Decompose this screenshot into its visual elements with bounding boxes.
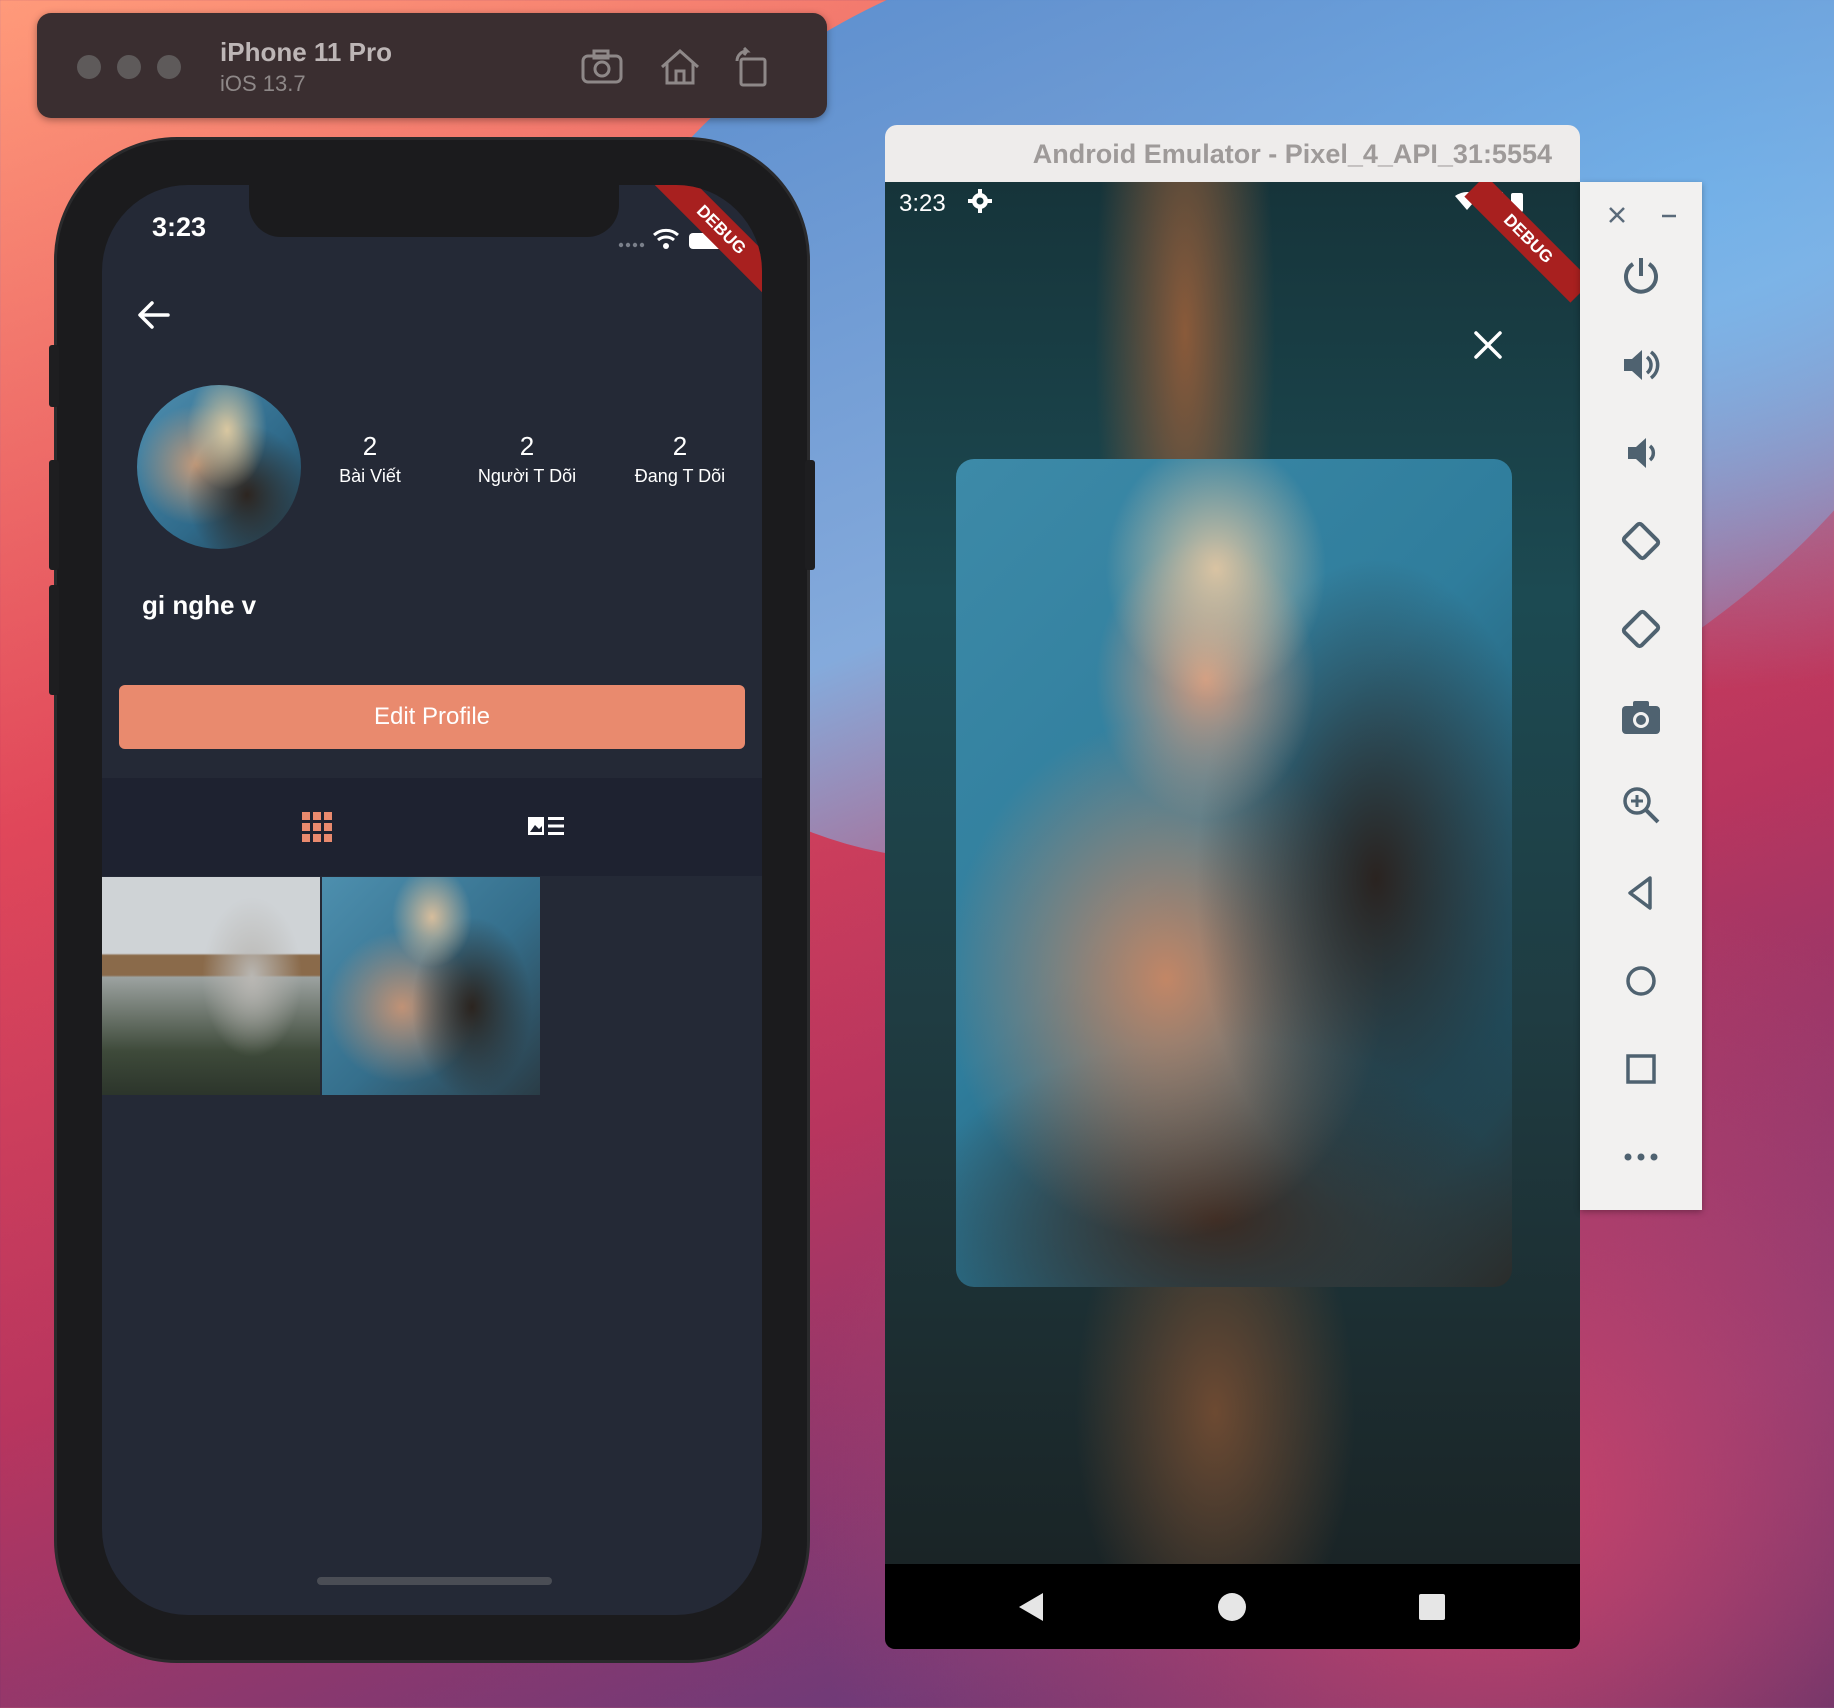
os-version: iOS 13.7 bbox=[220, 71, 306, 96]
mute-switch bbox=[49, 345, 59, 407]
zoom-icon[interactable] bbox=[1618, 782, 1664, 828]
status-time: 3:23 bbox=[152, 212, 207, 242]
nav-home-icon[interactable] bbox=[1215, 1590, 1249, 1624]
volume-down-icon[interactable] bbox=[1618, 430, 1664, 476]
device-name: iPhone 11 Pro bbox=[220, 37, 392, 67]
iphone-device-frame: 3:23 DEBUG 2 Bài Viết 2 Người T Dõi 2 Đa… bbox=[49, 140, 815, 1660]
home-circle-icon[interactable] bbox=[1618, 958, 1664, 1004]
gear-icon bbox=[968, 189, 992, 213]
rotate-right-icon[interactable] bbox=[1618, 606, 1664, 652]
emulator-control-panel bbox=[1580, 182, 1702, 1210]
android-navigation-bar bbox=[885, 1564, 1580, 1649]
stat-posts[interactable]: 2 Bài Viết bbox=[320, 431, 420, 487]
back-arrow-icon[interactable] bbox=[134, 295, 174, 335]
ios-simulator-toolbar: iPhone 11 Pro iOS 13.7 bbox=[37, 13, 827, 118]
minimize-window-button[interactable] bbox=[117, 55, 141, 79]
android-window-title: Android Emulator - Pixel_4_API_31:5554 bbox=[1032, 139, 1552, 169]
android-status-time: 3:23 bbox=[899, 190, 946, 217]
stat-followers-count: 2 bbox=[519, 431, 535, 461]
profile-tab-bar bbox=[102, 778, 762, 876]
android-app-screen: 3:23 DEBUG bbox=[885, 182, 1580, 1564]
screenshot-icon[interactable] bbox=[579, 47, 625, 87]
zoom-window-button[interactable] bbox=[157, 55, 181, 79]
stat-following-count: 2 bbox=[672, 431, 688, 461]
signal-icon bbox=[618, 242, 645, 248]
close-icon[interactable] bbox=[1470, 327, 1506, 363]
rotate-left-icon[interactable] bbox=[1618, 518, 1664, 564]
volume-up-button bbox=[49, 460, 59, 570]
home-icon[interactable] bbox=[657, 47, 703, 87]
profile-username: gi nghe v bbox=[142, 590, 257, 620]
more-icon[interactable] bbox=[1618, 1134, 1664, 1180]
power-button bbox=[805, 460, 815, 570]
list-icon[interactable] bbox=[527, 814, 565, 840]
notch bbox=[249, 185, 619, 237]
nav-back-icon[interactable] bbox=[1015, 1590, 1049, 1624]
profile-avatar[interactable] bbox=[137, 385, 301, 549]
post-thumbnail[interactable] bbox=[322, 877, 540, 1095]
overview-icon[interactable] bbox=[1618, 1046, 1664, 1092]
power-icon[interactable] bbox=[1618, 254, 1664, 300]
android-emulator-titlebar: Android Emulator - Pixel_4_API_31:5554 bbox=[885, 125, 1580, 183]
story-photo-preview bbox=[956, 459, 1512, 1287]
volume-down-button bbox=[49, 585, 59, 695]
edit-profile-button[interactable]: Edit Profile bbox=[119, 685, 745, 749]
stat-posts-label: Bài Viết bbox=[339, 466, 401, 486]
close-emulator-icon[interactable] bbox=[1606, 204, 1628, 226]
volume-up-icon[interactable] bbox=[1618, 342, 1664, 388]
post-thumbnail[interactable] bbox=[102, 877, 320, 1095]
stat-followers-label: Người T Dõi bbox=[477, 466, 577, 486]
stat-following-label: Đang T Dõi bbox=[634, 466, 726, 486]
stat-followers[interactable]: 2 Người T Dõi bbox=[457, 431, 597, 487]
close-window-button[interactable] bbox=[77, 55, 101, 79]
back-icon[interactable] bbox=[1618, 870, 1664, 916]
ios-app-screen: 3:23 DEBUG 2 Bài Viết 2 Người T Dõi 2 Đa… bbox=[102, 185, 762, 1615]
stat-posts-count: 2 bbox=[362, 431, 378, 461]
rotate-icon[interactable] bbox=[729, 47, 775, 87]
nav-overview-icon[interactable] bbox=[1415, 1590, 1449, 1624]
camera-icon[interactable] bbox=[1618, 694, 1664, 740]
stat-following[interactable]: 2 Đang T Dõi bbox=[620, 431, 740, 487]
minimize-emulator-icon[interactable] bbox=[1658, 204, 1680, 226]
wifi-icon bbox=[653, 228, 679, 249]
home-indicator[interactable] bbox=[317, 1577, 552, 1585]
grid-icon[interactable] bbox=[301, 811, 333, 843]
